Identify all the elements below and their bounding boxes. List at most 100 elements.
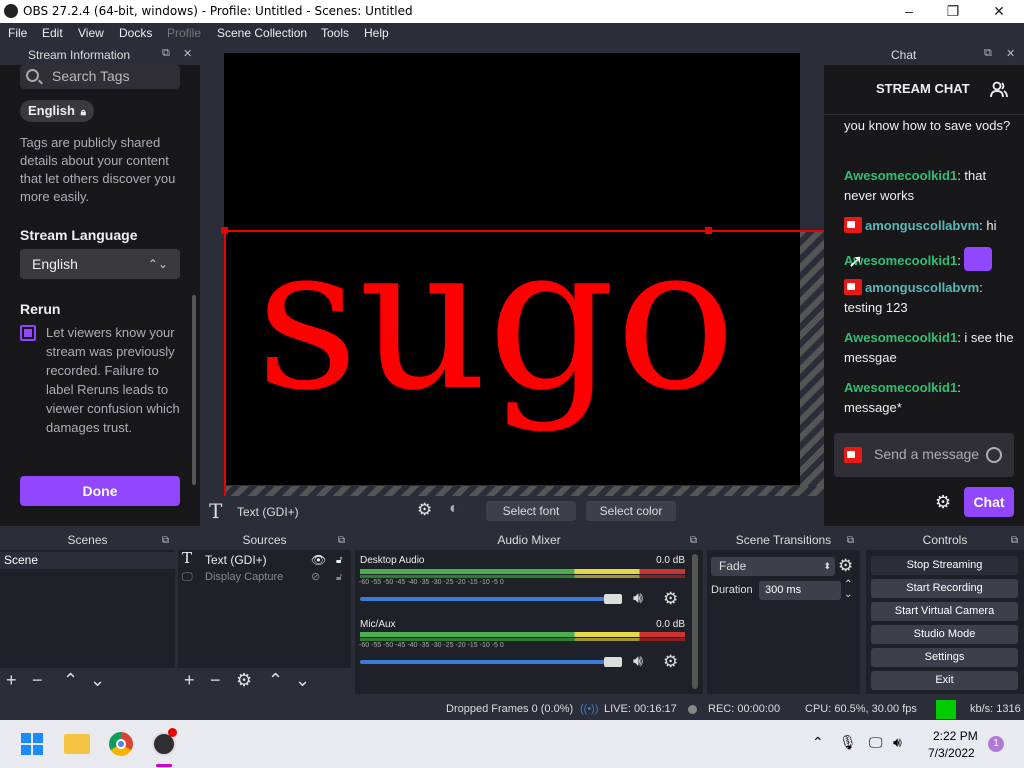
float-dock-icon[interactable]: ⧉ bbox=[984, 47, 992, 60]
stream-language-select[interactable]: English ⌃⌄ bbox=[20, 249, 180, 279]
clock-time[interactable]: 2:22 PM bbox=[933, 729, 978, 743]
speaker-icon[interactable]: 🔊︎ bbox=[633, 653, 643, 671]
done-button[interactable]: Done bbox=[20, 476, 180, 506]
status-bar: Dropped Frames 0 (0.0%) ((•)) LIVE: 00:1… bbox=[0, 700, 1024, 720]
obs-taskbar-icon[interactable] bbox=[152, 728, 177, 756]
maximize-button[interactable]: ❐ bbox=[930, 0, 976, 23]
chat-message: amonguscollabvm: hi bbox=[844, 216, 1016, 236]
file-explorer-icon[interactable] bbox=[64, 734, 90, 754]
add-icon[interactable]: + bbox=[6, 671, 17, 689]
rerun-checkbox[interactable] bbox=[20, 325, 36, 341]
close-dock-icon[interactable]: ✕ bbox=[183, 47, 192, 60]
clock-date[interactable]: 7/3/2022 bbox=[928, 746, 975, 760]
lock-icon[interactable]: 🔓︎ bbox=[336, 569, 342, 586]
dock-header: Stream Information ⧉ ✕ bbox=[0, 44, 200, 65]
network-icon[interactable]: 🖵︎ bbox=[869, 734, 883, 751]
chrome-icon[interactable] bbox=[109, 732, 133, 756]
lock-icon[interactable]: 🔓︎ bbox=[336, 552, 342, 569]
source-item[interactable]: T Text (GDI+) 👁︎ 🔓︎ bbox=[178, 550, 351, 569]
filters-icon[interactable]: ◐ bbox=[449, 500, 459, 518]
chevron-up-icon[interactable]: ⌃ bbox=[812, 734, 824, 751]
controls-title: Controls bbox=[922, 533, 968, 547]
tag-chip[interactable]: English 🔒︎ bbox=[20, 100, 94, 122]
menu-file[interactable]: File bbox=[8, 26, 27, 40]
float-dock-icon[interactable]: ⧉ bbox=[162, 532, 169, 549]
scene-transitions-header: Scene Transitions ⧉ bbox=[707, 532, 860, 550]
remove-icon[interactable]: − bbox=[210, 671, 221, 689]
move-down-icon[interactable]: ⌄ bbox=[295, 671, 310, 689]
move-up-icon[interactable]: ⌃ bbox=[268, 671, 283, 689]
select-color-button[interactable]: Select color bbox=[586, 501, 676, 521]
preview-text-source[interactable]: sugo bbox=[256, 219, 736, 419]
emoji-icon[interactable] bbox=[986, 447, 1002, 463]
remove-icon[interactable]: − bbox=[32, 671, 43, 689]
preview-canvas[interactable]: sugo bbox=[224, 53, 800, 485]
resize-handle[interactable] bbox=[705, 227, 712, 234]
gear-icon[interactable]: ⚙ bbox=[236, 671, 252, 689]
select-font-button[interactable]: Select font bbox=[486, 501, 576, 521]
chat-send-button[interactable]: Chat bbox=[964, 487, 1014, 517]
gear-icon[interactable]: ⚙ bbox=[663, 652, 678, 672]
volume-slider[interactable] bbox=[360, 660, 617, 664]
chat-username[interactable]: amonguscollabvm bbox=[865, 280, 979, 295]
float-dock-icon[interactable]: ⧉ bbox=[847, 532, 854, 549]
menu-edit[interactable]: Edit bbox=[42, 26, 63, 40]
move-down-icon[interactable]: ⌄ bbox=[90, 671, 105, 689]
start-tile bbox=[33, 733, 43, 743]
scrollbar[interactable] bbox=[692, 554, 698, 689]
float-dock-icon[interactable]: ⧉ bbox=[690, 532, 697, 549]
speaker-icon[interactable]: 🔊︎ bbox=[633, 590, 643, 608]
chat-username[interactable]: amonguscollabvm bbox=[865, 218, 979, 233]
start-recording-button[interactable]: Start Recording bbox=[871, 579, 1018, 598]
volume-slider[interactable] bbox=[360, 597, 617, 601]
menu-docks[interactable]: Docks bbox=[119, 26, 152, 40]
volume-icon[interactable]: 🔊︎ bbox=[893, 734, 902, 751]
live-timer: LIVE: 00:16:17 bbox=[604, 703, 677, 715]
chat-username[interactable]: Awesomecoolkid1 bbox=[844, 330, 957, 345]
float-dock-icon[interactable]: ⧉ bbox=[1011, 532, 1018, 549]
minimize-button[interactable]: – bbox=[886, 0, 932, 23]
chat-settings-gear-icon[interactable]: ⚙ bbox=[935, 493, 953, 511]
volume-slider-handle[interactable] bbox=[603, 594, 622, 604]
spin-buttons-icon[interactable]: ⌃ ⌄ bbox=[844, 580, 852, 600]
float-dock-icon[interactable]: ⧉ bbox=[162, 47, 170, 60]
transition-type-select[interactable]: Fade ⬍ bbox=[711, 557, 835, 576]
menu-profile[interactable]: Profile bbox=[167, 26, 201, 40]
audio-mixer-dock: Audio Mixer ⧉ Desktop Audio 0.0 dB -60 -5… bbox=[355, 532, 703, 694]
start-virtual-camera-button[interactable]: Start Virtual Camera bbox=[871, 602, 1018, 621]
source-item[interactable]: 🖵︎ Display Capture ⊘ 🔓︎ bbox=[178, 569, 351, 586]
scrollbar[interactable] bbox=[192, 295, 196, 485]
notification-badge[interactable]: 1 bbox=[988, 736, 1004, 752]
close-button[interactable]: ✕ bbox=[976, 0, 1022, 23]
stop-streaming-button[interactable]: Stop Streaming bbox=[871, 556, 1018, 575]
microphone-icon[interactable]: 🎙︎ bbox=[839, 734, 857, 751]
scene-item[interactable]: Scene bbox=[0, 552, 175, 569]
settings-button[interactable]: Settings bbox=[871, 648, 1018, 667]
resize-handle[interactable] bbox=[221, 227, 228, 234]
menu-scene-collection[interactable]: Scene Collection bbox=[217, 26, 307, 40]
volume-slider-handle[interactable] bbox=[603, 657, 622, 667]
eye-hidden-icon[interactable]: ⊘ bbox=[311, 569, 320, 586]
send-message-input[interactable]: Send a message bbox=[834, 433, 1014, 477]
gear-icon[interactable]: ⚙ bbox=[838, 556, 853, 576]
move-up-icon[interactable]: ⌃ bbox=[63, 671, 78, 689]
menu-help[interactable]: Help bbox=[364, 26, 389, 40]
eye-icon[interactable]: 👁︎ bbox=[311, 552, 326, 569]
stream-information-dock: Stream Information ⧉ ✕ Search Tags Engli… bbox=[0, 44, 200, 526]
chat-username[interactable]: Awesomecoolkid1 bbox=[844, 380, 957, 395]
gear-icon[interactable]: ⚙ bbox=[663, 589, 678, 609]
chat-username[interactable]: Awesomecoolkid1 bbox=[844, 168, 957, 183]
duration-input[interactable]: 300 ms bbox=[759, 581, 841, 600]
studio-mode-button[interactable]: Studio Mode bbox=[871, 625, 1018, 644]
float-dock-icon[interactable]: ⧉ bbox=[338, 532, 345, 549]
menu-view[interactable]: View bbox=[78, 26, 104, 40]
gear-icon[interactable]: ⚙ bbox=[417, 500, 432, 520]
close-dock-icon[interactable]: ✕ bbox=[1006, 47, 1015, 60]
menu-tools[interactable]: Tools bbox=[321, 26, 349, 40]
preview-area[interactable]: sugo bbox=[200, 44, 824, 496]
exit-button[interactable]: Exit bbox=[871, 671, 1018, 690]
windows-start-icon[interactable] bbox=[21, 733, 43, 755]
users-icon[interactable] bbox=[990, 81, 1008, 99]
add-icon[interactable]: + bbox=[184, 671, 195, 689]
search-tags-input[interactable]: Search Tags bbox=[20, 65, 180, 89]
